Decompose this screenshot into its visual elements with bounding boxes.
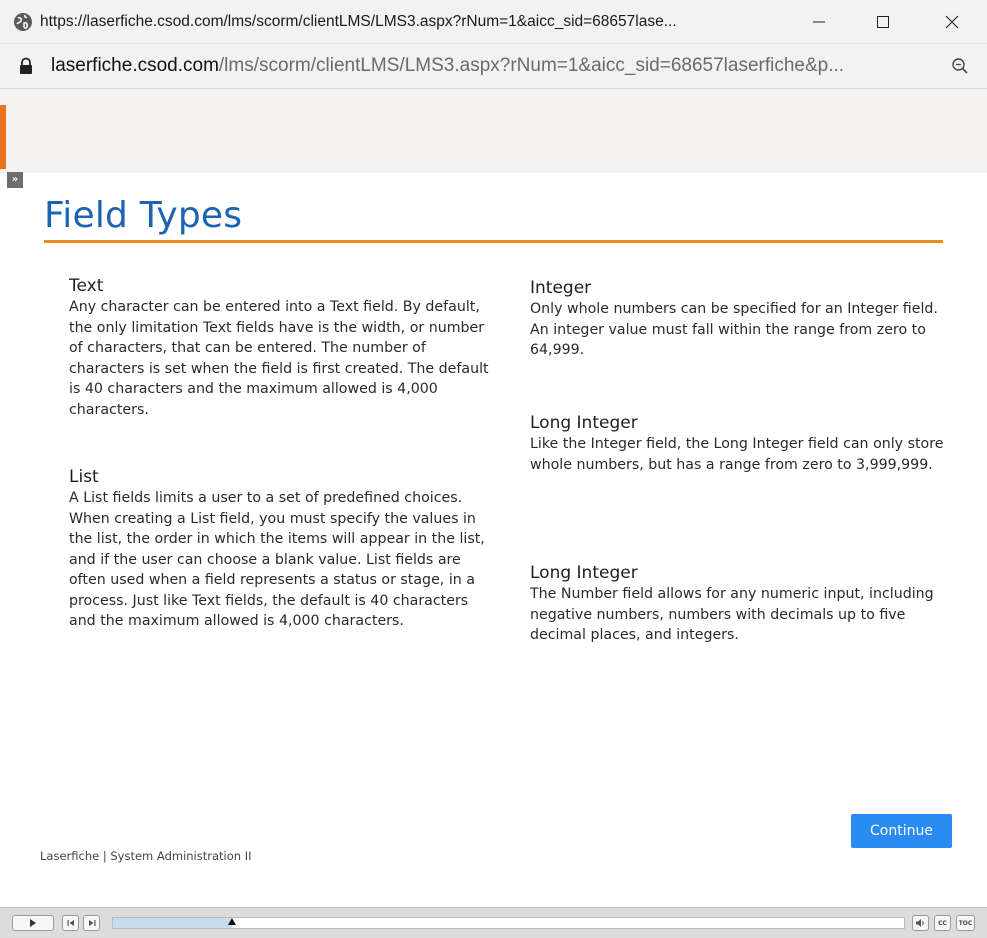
next-icon xyxy=(88,920,95,926)
address-bar[interactable]: laserfiche.csod.com/lms/scorm/clientLMS/… xyxy=(0,44,987,89)
section-integer: Integer Only whole numbers can be specif… xyxy=(530,278,945,361)
section-heading: List xyxy=(69,467,99,487)
course-page: » Field Types Text Any character can be … xyxy=(0,89,987,938)
zoom-icon[interactable] xyxy=(951,57,969,75)
sidebar-tab[interactable] xyxy=(0,105,6,169)
maximize-icon xyxy=(877,16,889,28)
section-list: List A List fields limits a user to a se… xyxy=(69,467,494,632)
section-number: Long Integer The Number field allows for… xyxy=(530,563,945,646)
window-title: https://laserfiche.csod.com/lms/scorm/cl… xyxy=(40,12,677,30)
continue-button[interactable]: Continue xyxy=(851,814,952,848)
next-button[interactable] xyxy=(83,915,100,931)
section-long-integer: Long Integer Like the Integer field, the… xyxy=(530,413,945,475)
table-of-contents-button[interactable]: TOC xyxy=(956,915,975,931)
play-button[interactable] xyxy=(12,915,54,931)
section-heading: Text xyxy=(69,276,104,296)
progress-fill xyxy=(113,918,232,928)
close-button[interactable] xyxy=(929,0,975,44)
course-footer: Laserfiche | System Administration II xyxy=(40,849,252,863)
page-header-band xyxy=(0,89,987,173)
section-body: Like the Integer field, the Long Integer… xyxy=(530,436,944,473)
progress-handle[interactable] xyxy=(228,918,236,925)
play-icon xyxy=(30,919,36,927)
section-text: Text Any character can be entered into a… xyxy=(69,276,494,420)
section-heading: Long Integer xyxy=(530,563,638,583)
section-body: Any character can be entered into a Text… xyxy=(69,299,489,418)
section-body: A List fields limits a user to a set of … xyxy=(69,490,485,629)
globe-icon xyxy=(14,12,32,31)
slide-title: Field Types xyxy=(44,195,243,236)
section-body: Only whole numbers can be specified for … xyxy=(530,301,938,358)
expand-icon[interactable]: » xyxy=(7,172,23,188)
close-icon xyxy=(945,15,959,29)
toc-label: TOC xyxy=(958,919,973,927)
title-divider xyxy=(44,240,943,243)
address-path: /lms/scorm/clientLMS/LMS3.aspx?rNum=1&ai… xyxy=(218,55,845,76)
previous-icon xyxy=(67,920,74,926)
volume-icon xyxy=(915,919,924,927)
section-body: The Number field allows for any numeric … xyxy=(530,586,934,643)
minimize-icon xyxy=(813,21,825,23)
volume-button[interactable] xyxy=(912,915,929,931)
previous-button[interactable] xyxy=(62,915,79,931)
player-controls: CC TOC xyxy=(0,907,987,938)
minimize-button[interactable] xyxy=(796,0,842,44)
lock-icon xyxy=(20,57,32,74)
section-heading: Integer xyxy=(530,278,592,298)
section-heading: Long Integer xyxy=(530,413,638,433)
maximize-button[interactable] xyxy=(860,0,906,44)
closed-captions-button[interactable]: CC xyxy=(934,915,951,931)
window-title-bar: https://laserfiche.csod.com/lms/scorm/cl… xyxy=(0,0,987,44)
cc-label: CC xyxy=(938,919,947,927)
address-url[interactable]: laserfiche.csod.com/lms/scorm/clientLMS/… xyxy=(51,55,931,77)
address-domain: laserfiche.csod.com xyxy=(51,55,219,76)
